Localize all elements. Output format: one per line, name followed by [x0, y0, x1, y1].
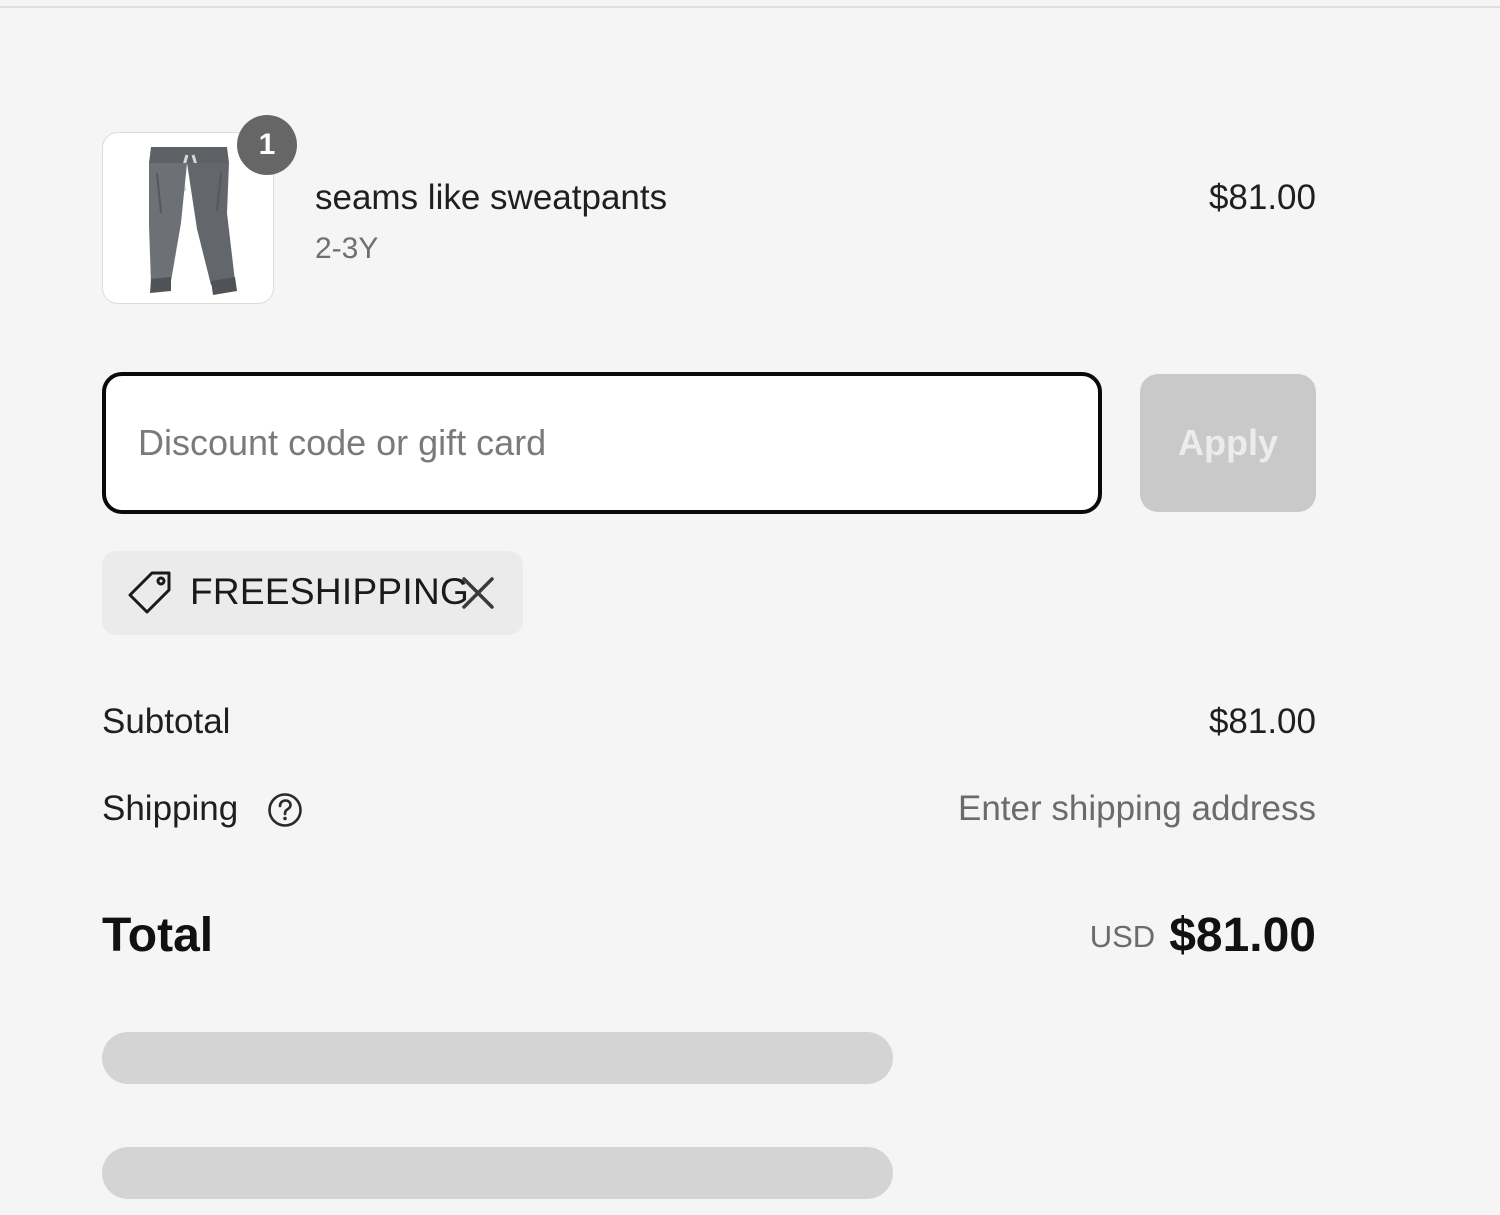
product-variant: 2-3Y	[315, 232, 379, 265]
subtotal-label: Subtotal	[102, 702, 231, 741]
apply-button[interactable]: Apply	[1140, 374, 1316, 512]
quantity-badge: 1	[237, 115, 297, 175]
loading-skeleton	[102, 1147, 893, 1199]
close-icon[interactable]	[460, 575, 496, 611]
total-label: Total	[102, 909, 214, 962]
applied-discount-chip: FREESHIPPING	[102, 551, 523, 635]
loading-skeleton	[102, 1032, 893, 1084]
product-thumbnail: 1	[102, 115, 297, 304]
total-amount: $81.00	[1169, 909, 1316, 962]
shipping-value: Enter shipping address	[958, 789, 1316, 828]
help-circle-icon[interactable]	[267, 792, 303, 833]
shipping-label: Shipping	[102, 789, 239, 828]
product-price: $81.00	[1208, 178, 1316, 217]
total-value: USD $81.00	[1090, 908, 1316, 963]
discount-code-input[interactable]	[102, 372, 1102, 514]
product-name: seams like sweatpants	[315, 178, 668, 217]
total-currency: USD	[1089, 919, 1156, 954]
line-item: 1 seams like sweatpants 2-3Y $81.00	[102, 115, 1316, 306]
order-summary: 1 seams like sweatpants 2-3Y $81.00 Appl…	[102, 0, 1316, 1215]
discount-code-label: FREESHIPPING	[190, 571, 470, 612]
tag-icon	[126, 570, 174, 621]
subtotal-value: $81.00	[1208, 702, 1316, 741]
